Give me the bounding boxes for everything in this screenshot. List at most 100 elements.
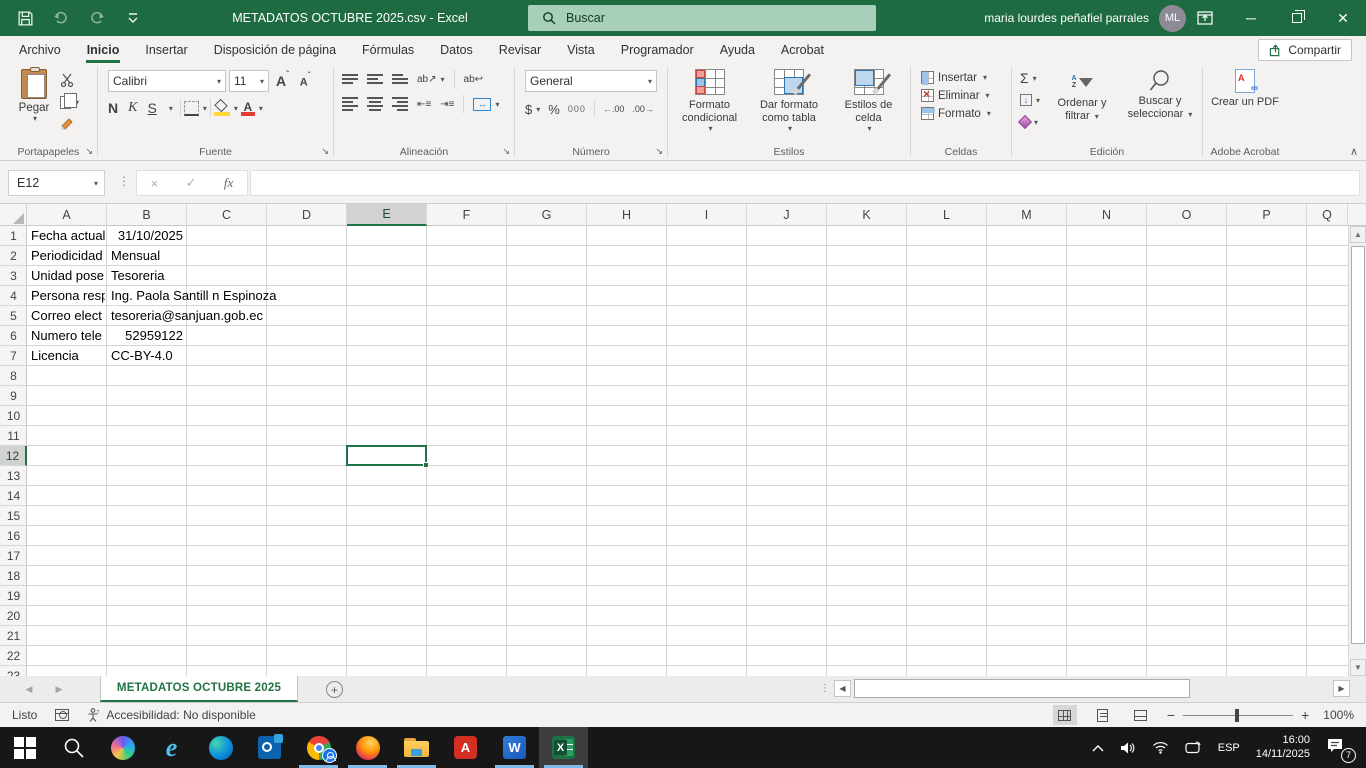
active-cell-selection[interactable] bbox=[346, 445, 427, 466]
column-header-Q[interactable]: Q bbox=[1307, 204, 1348, 226]
taskbar-acrobat-reader-button[interactable]: A bbox=[441, 727, 490, 768]
row-header-3[interactable]: 3 bbox=[0, 266, 27, 286]
taskbar-file-explorer-button[interactable] bbox=[392, 727, 441, 768]
row-header-8[interactable]: 8 bbox=[0, 366, 27, 386]
tab-revisar[interactable]: Revisar bbox=[486, 36, 554, 63]
taskbar-chrome-button[interactable] bbox=[294, 727, 343, 768]
column-header-J[interactable]: J bbox=[747, 204, 827, 226]
clock[interactable]: 16:00 14/11/2025 bbox=[1256, 734, 1310, 762]
paste-button[interactable]: Pegar ▾ bbox=[8, 69, 60, 144]
increase-indent-button[interactable]: ⇥≡ bbox=[440, 99, 454, 110]
cell-B1[interactable]: 31/10/2025 bbox=[107, 226, 183, 246]
tab-disposición-de-página[interactable]: Disposición de página bbox=[201, 36, 349, 63]
align-middle-button[interactable] bbox=[367, 74, 383, 84]
cell-A5[interactable]: Correo elect bbox=[31, 306, 105, 326]
select-all-button[interactable] bbox=[0, 204, 27, 226]
column-header-M[interactable]: M bbox=[987, 204, 1067, 226]
cell-B5[interactable]: tesoreria@sanjuan.gob.ec bbox=[111, 306, 263, 326]
row-header-12[interactable]: 12 bbox=[0, 446, 27, 466]
horizontal-scroll-thumb[interactable] bbox=[854, 679, 1190, 698]
cell-B7[interactable]: CC-BY-4.0 bbox=[111, 346, 173, 366]
tab-inicio[interactable]: Inicio bbox=[74, 36, 133, 63]
underline-dropdown-arrow[interactable]: ▾ bbox=[169, 104, 173, 113]
tab-datos[interactable]: Datos bbox=[427, 36, 486, 63]
taskbar-internet-explorer-button[interactable]: e bbox=[147, 727, 196, 768]
row-header-15[interactable]: 15 bbox=[0, 506, 27, 526]
clear-button[interactable]: ▾ bbox=[1020, 113, 1040, 131]
column-header-O[interactable]: O bbox=[1147, 204, 1227, 226]
scroll-down-button[interactable]: ▼ bbox=[1350, 659, 1366, 676]
column-header-L[interactable]: L bbox=[907, 204, 987, 226]
row-header-16[interactable]: 16 bbox=[0, 526, 27, 546]
column-header-D[interactable]: D bbox=[267, 204, 347, 226]
row-header-5[interactable]: 5 bbox=[0, 306, 27, 326]
row-header-1[interactable]: 1 bbox=[0, 226, 27, 246]
collapse-ribbon-button[interactable]: ∧ bbox=[1350, 145, 1358, 158]
copy-button[interactable]: ▾ bbox=[60, 93, 79, 111]
align-center-button[interactable] bbox=[367, 97, 383, 111]
tab-archivo[interactable]: Archivo bbox=[6, 36, 74, 63]
underline-button[interactable]: S bbox=[147, 100, 156, 116]
row-header-21[interactable]: 21 bbox=[0, 626, 27, 646]
percent-button[interactable]: % bbox=[548, 102, 560, 117]
tab-ayuda[interactable]: Ayuda bbox=[707, 36, 768, 63]
normal-view-button[interactable] bbox=[1053, 705, 1077, 725]
taskbar-start-button[interactable] bbox=[0, 727, 49, 768]
row-header-2[interactable]: 2 bbox=[0, 246, 27, 266]
redo-button[interactable] bbox=[86, 7, 108, 29]
sheet-tab-active[interactable]: METADATOS OCTUBRE 2025 bbox=[100, 676, 298, 702]
decrease-indent-button[interactable]: ⇤≡ bbox=[417, 99, 431, 110]
volume-icon[interactable] bbox=[1120, 741, 1136, 755]
row-header-23[interactable]: 23 bbox=[0, 666, 27, 676]
row-header-10[interactable]: 10 bbox=[0, 406, 27, 426]
row-header-9[interactable]: 9 bbox=[0, 386, 27, 406]
taskbar-firefox-button[interactable] bbox=[343, 727, 392, 768]
insert-function-button[interactable]: fx bbox=[224, 175, 233, 191]
autosum-button[interactable]: Σ▾ bbox=[1020, 69, 1040, 87]
taskbar-search-button[interactable] bbox=[49, 727, 98, 768]
account-area[interactable]: maria lourdes peñafiel parrales ML bbox=[984, 0, 1186, 36]
name-box-dropdown-arrow[interactable]: ▾ bbox=[94, 179, 98, 188]
increase-decimal-button[interactable]: ←←.00.00 bbox=[603, 104, 625, 114]
decrease-font-button[interactable]: Aˇ bbox=[296, 74, 315, 89]
row-header-18[interactable]: 18 bbox=[0, 566, 27, 586]
hidden-icons-chevron[interactable] bbox=[1092, 744, 1104, 752]
column-header-F[interactable]: F bbox=[427, 204, 507, 226]
tab-acrobat[interactable]: Acrobat bbox=[768, 36, 837, 63]
fill-button[interactable]: ↓▾ bbox=[1020, 91, 1040, 109]
taskbar-copilot-button[interactable] bbox=[98, 727, 147, 768]
add-sheet-button[interactable]: + bbox=[326, 681, 343, 698]
wifi-icon[interactable] bbox=[1152, 741, 1169, 754]
tab-vista[interactable]: Vista bbox=[554, 36, 608, 63]
taskbar-outlook-button[interactable] bbox=[245, 727, 294, 768]
cell-A4[interactable]: Persona resp bbox=[31, 286, 105, 306]
format-cells-button[interactable]: Formato▾ bbox=[921, 107, 1007, 120]
column-header-A[interactable]: A bbox=[27, 204, 107, 226]
row-header-6[interactable]: 6 bbox=[0, 326, 27, 346]
scroll-right-button[interactable]: ▶ bbox=[1333, 680, 1350, 697]
font-size-combo[interactable]: 11▾ bbox=[229, 70, 269, 92]
fill-color-button[interactable]: ▾ bbox=[214, 99, 238, 117]
record-macro-icon[interactable] bbox=[55, 709, 69, 721]
restore-button[interactable] bbox=[1274, 0, 1320, 36]
notification-center-button[interactable]: 7 bbox=[1326, 737, 1352, 759]
wrap-text-button[interactable]: ab↩ bbox=[464, 70, 484, 88]
thousands-button[interactable]: 000 bbox=[568, 104, 586, 114]
row-header-4[interactable]: 4 bbox=[0, 286, 27, 306]
cell-A2[interactable]: Periodicidad bbox=[31, 246, 105, 266]
row-header-17[interactable]: 17 bbox=[0, 546, 27, 566]
cell-A7[interactable]: Licencia bbox=[31, 346, 105, 366]
vertical-scrollbar[interactable]: ▲ ▼ bbox=[1348, 226, 1366, 676]
row-header-7[interactable]: 7 bbox=[0, 346, 27, 366]
cancel-entry-button[interactable]: × bbox=[151, 176, 159, 191]
next-sheet-button[interactable]: ▶ bbox=[46, 676, 72, 703]
currency-button[interactable]: $▾ bbox=[525, 100, 540, 118]
name-box[interactable]: E12 ▾ bbox=[8, 170, 105, 196]
taskbar-word-button[interactable]: W bbox=[490, 727, 539, 768]
insert-cells-button[interactable]: Insertar▾ bbox=[921, 71, 1007, 84]
font-name-combo[interactable]: Calibri▾ bbox=[108, 70, 226, 92]
number-format-combo[interactable]: General▾ bbox=[525, 70, 657, 92]
cell-B4[interactable]: Ing. Paola Santill n Espinoza bbox=[111, 286, 277, 306]
taskbar-edge-button[interactable] bbox=[196, 727, 245, 768]
row-header-11[interactable]: 11 bbox=[0, 426, 27, 446]
